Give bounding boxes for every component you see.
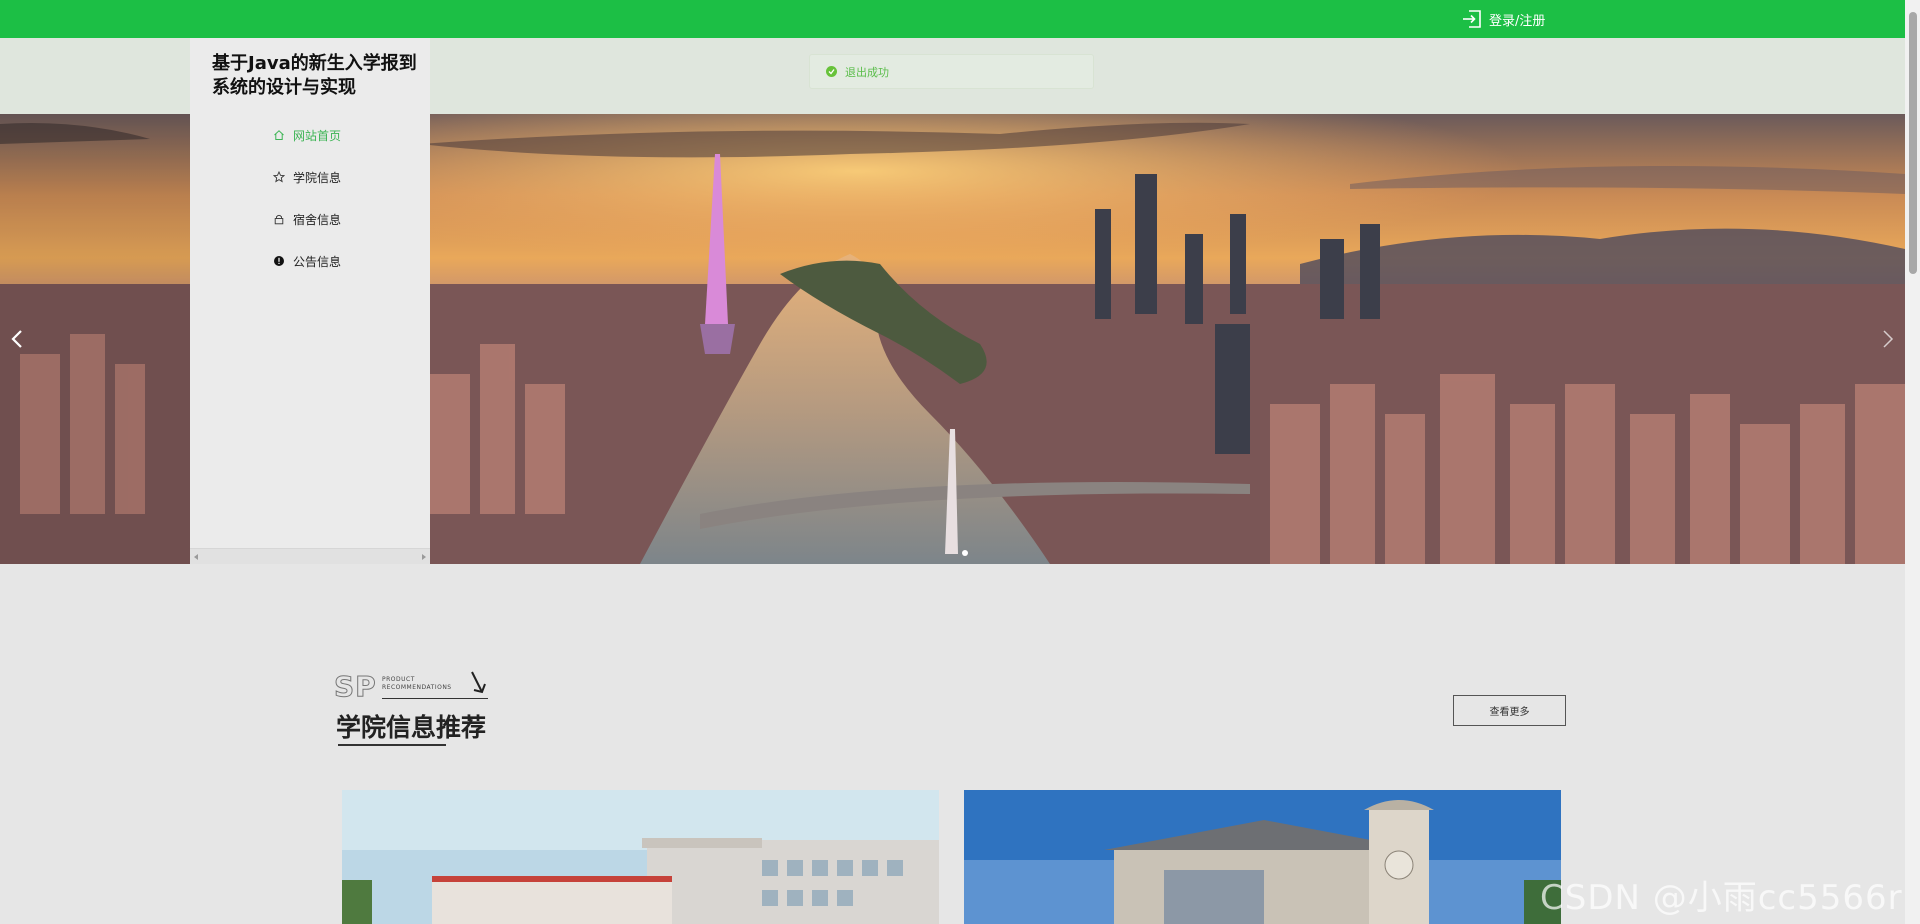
section-logo: SP — [334, 670, 377, 703]
college-card[interactable] — [342, 790, 939, 924]
sidebar-item-home[interactable]: 网站首页 — [190, 114, 430, 156]
title-underline — [338, 744, 446, 746]
logo-sub-line1: PRODUCT — [382, 676, 415, 683]
sidebar-item-college[interactable]: 学院信息 — [190, 156, 430, 198]
college-building-image — [342, 790, 939, 924]
info-icon — [273, 255, 285, 267]
watermark-text: CSDN @小雨cc5566ru — [1540, 878, 1920, 918]
site-title: 基于Java的新生入学报到系统的设计与实现 — [212, 53, 417, 98]
college-card[interactable] — [964, 790, 1561, 924]
chevron-left-icon — [11, 330, 22, 348]
sidebar-item-label: 网站首页 — [293, 128, 342, 143]
sidebar: 基于Java的新生入学报到系统的设计与实现 网站首页 学院信息 宿舍信息 公告信… — [190, 38, 430, 564]
sidebar-item-label: 宿舍信息 — [293, 212, 342, 227]
toast-message: 退出成功 — [809, 54, 1094, 89]
lock-icon — [273, 213, 285, 225]
login-register-label: 登录/注册 — [1489, 13, 1546, 29]
logo-underline — [382, 698, 488, 699]
banner-prev-arrow[interactable] — [5, 324, 29, 354]
success-check-icon — [826, 66, 837, 77]
sidebar-item-label: 公告信息 — [293, 254, 342, 269]
sidebar-menu: 网站首页 学院信息 宿舍信息 公告信息 — [190, 114, 430, 282]
view-more-button[interactable]: 查看更多 — [1453, 695, 1566, 726]
arrow-down-right-icon — [471, 671, 486, 694]
scrollbar-thumb[interactable] — [1909, 12, 1917, 274]
carousel-indicator-dot[interactable] — [962, 550, 968, 556]
chevron-right-icon — [1883, 330, 1894, 348]
college-building-image — [964, 790, 1561, 924]
section-logo-subtitle: PRODUCT RECOMMENDATIONS — [382, 676, 452, 692]
scroll-left-arrow-icon[interactable] — [194, 553, 198, 560]
scroll-right-arrow-icon[interactable] — [422, 553, 426, 560]
logo-sub-line2: RECOMMENDATIONS — [382, 684, 452, 691]
home-icon — [273, 129, 285, 141]
toast-text: 退出成功 — [845, 65, 889, 79]
sidebar-item-label: 学院信息 — [293, 170, 342, 185]
sidebar-item-notice[interactable]: 公告信息 — [190, 240, 430, 282]
sidebar-horizontal-scrollbar[interactable] — [190, 548, 430, 564]
sidebar-item-dorm[interactable]: 宿舍信息 — [190, 198, 430, 240]
top-bar: 登录/注册 — [0, 0, 1905, 38]
banner-next-arrow[interactable] — [1876, 324, 1900, 354]
login-icon — [1463, 10, 1481, 28]
page-vertical-scrollbar[interactable] — [1905, 0, 1920, 924]
section-title: 学院信息推荐 — [336, 713, 487, 742]
star-icon — [273, 171, 285, 183]
login-register-link[interactable]: 登录/注册 — [1461, 8, 1545, 30]
